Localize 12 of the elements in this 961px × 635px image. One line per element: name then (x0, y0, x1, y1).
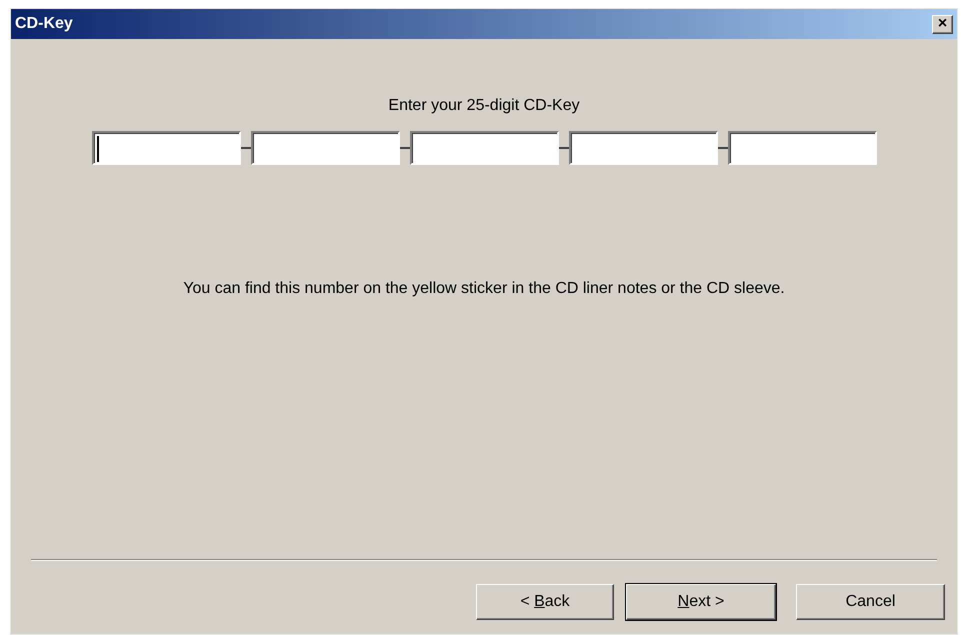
dialog-button[interactable]: < Back (476, 584, 614, 620)
key-field[interactable] (568, 131, 718, 165)
hint-text: You can find this number on the yellow sticker in the CD liner notes or the CD sleeve. (183, 280, 785, 298)
dialog-button[interactable]: Cancel (796, 584, 945, 620)
key-field[interactable] (410, 131, 558, 165)
close-button[interactable]: × (932, 14, 953, 34)
key-field[interactable] (92, 131, 240, 165)
key-field[interactable] (728, 131, 876, 165)
key-field[interactable] (250, 131, 400, 165)
dialog-button[interactable]: Next > (626, 584, 776, 620)
window-title: CD-Key (15, 15, 73, 33)
prompt-text: Enter your 25-digit CD-Key (388, 97, 580, 115)
